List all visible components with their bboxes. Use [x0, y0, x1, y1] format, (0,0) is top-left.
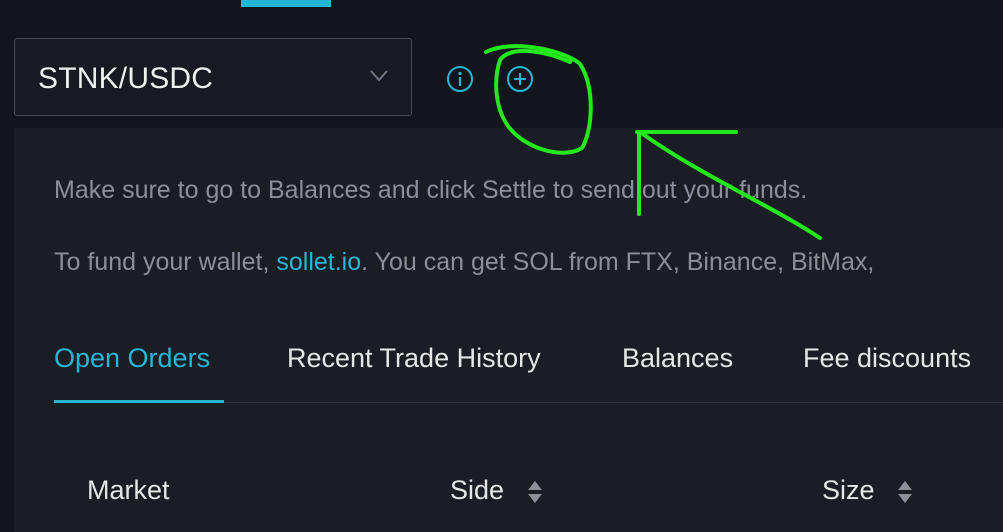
column-header-size[interactable]: Size: [822, 475, 875, 506]
trade-info-panel: Make sure to go to Balances and click Se…: [14, 128, 1003, 532]
active-tab-indicator: [54, 400, 224, 403]
tab-balances[interactable]: Balances: [622, 343, 733, 374]
settle-notice: Make sure to go to Balances and click Se…: [54, 176, 808, 204]
add-market-icon[interactable]: [505, 64, 535, 94]
chevron-down-icon: [370, 70, 388, 82]
column-header-market[interactable]: Market: [87, 475, 170, 506]
market-selector[interactable]: STNK/USDC: [14, 38, 412, 116]
tab-fee-discounts[interactable]: Fee discounts: [803, 343, 971, 374]
sollet-link[interactable]: sollet.io: [276, 248, 361, 276]
fund-wallet-suffix: . You can get SOL from FTX, Binance, Bit…: [361, 248, 875, 276]
sort-icon[interactable]: [897, 479, 913, 505]
info-icon[interactable]: [445, 64, 475, 94]
market-selector-value: STNK/USDC: [38, 62, 214, 95]
tab-recent-trade-history[interactable]: Recent Trade History: [287, 343, 541, 374]
top-tab-indicator: [241, 0, 331, 7]
tab-open-orders[interactable]: Open Orders: [54, 343, 210, 374]
sort-icon[interactable]: [527, 479, 543, 505]
column-header-side[interactable]: Side: [450, 475, 504, 506]
fund-wallet-prefix: To fund your wallet,: [54, 248, 270, 276]
fund-wallet-notice: To fund your wallet, sollet.io. You can …: [54, 248, 874, 277]
